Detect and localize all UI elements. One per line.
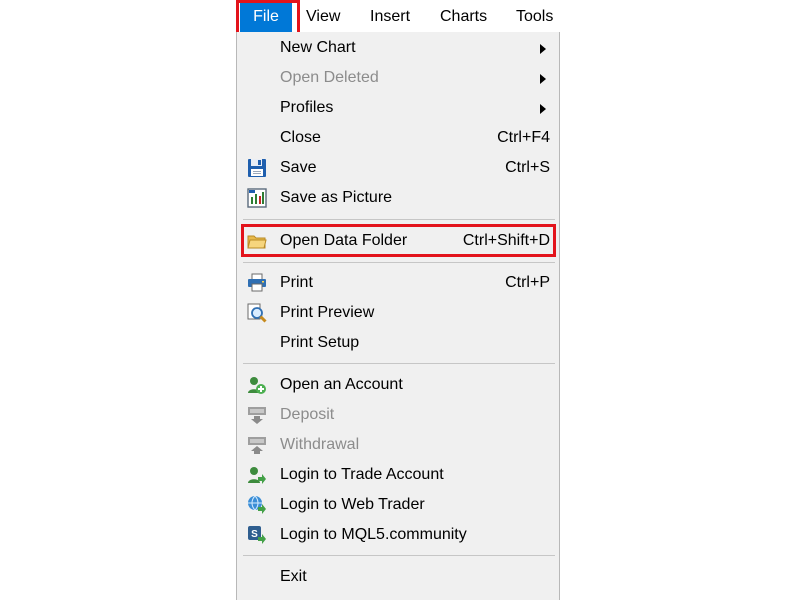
menu-item-shortcut: Ctrl+Shift+D	[462, 232, 550, 249]
menu-item-shortcut: Ctrl+P	[505, 274, 550, 291]
menu-item-new-chart[interactable]: New Chart	[237, 34, 559, 62]
menu-item-label: Print Preview	[280, 304, 375, 321]
menu-item-label: New Chart	[280, 39, 356, 56]
menu-charts[interactable]: Charts	[440, 0, 487, 32]
menu-item-label: Print	[280, 274, 313, 291]
menu-item-label: Withdrawal	[280, 436, 360, 453]
menu-item-save[interactable]: Save Ctrl+S	[237, 154, 559, 182]
file-dropdown-menu: New Chart Open Deleted Profiles Close Ct…	[236, 32, 560, 600]
menu-item-label: Save as Picture	[280, 189, 393, 206]
mql5-icon: S	[247, 525, 267, 545]
menu-item-login-mql5[interactable]: S Login to MQL5.community	[237, 521, 559, 549]
menu-separator	[243, 555, 555, 556]
withdrawal-icon	[247, 435, 267, 455]
menu-item-login-web-trader[interactable]: Login to Web Trader	[237, 491, 559, 519]
menu-item-label: Profiles	[280, 99, 334, 116]
menu-item-shortcut: Ctrl+S	[505, 159, 550, 176]
menu-item-label: Login to Web Trader	[280, 496, 425, 513]
menu-separator	[243, 262, 555, 263]
menu-item-label: Close	[280, 129, 321, 146]
submenu-arrow-icon	[540, 44, 546, 54]
menu-item-label: Open an Account	[280, 376, 403, 393]
menu-item-print[interactable]: Print Ctrl+P	[237, 269, 559, 297]
menu-item-save-as-picture[interactable]: Save as Picture	[237, 184, 559, 212]
submenu-arrow-icon	[540, 104, 546, 114]
menu-item-label: Exit	[280, 568, 307, 585]
menu-item-withdrawal: Withdrawal	[237, 431, 559, 459]
add-account-icon	[247, 375, 267, 395]
menu-item-label: Deposit	[280, 406, 335, 423]
deposit-icon	[247, 405, 267, 425]
menu-item-label: Open Data Folder	[280, 232, 408, 249]
print-preview-icon	[247, 303, 267, 323]
menu-bar: File View Insert Charts Tools	[236, 0, 560, 32]
menu-item-label: Login to Trade Account	[280, 466, 444, 483]
menu-item-label: Print Setup	[280, 334, 360, 351]
menu-tools[interactable]: Tools	[516, 0, 553, 32]
web-trader-icon	[247, 495, 267, 515]
menu-item-label: Login to MQL5.community	[280, 526, 467, 543]
menu-file[interactable]: File	[240, 0, 292, 32]
menu-item-close[interactable]: Close Ctrl+F4	[237, 124, 559, 152]
menu-item-label: Save	[280, 159, 317, 176]
menu-item-shortcut: Ctrl+F4	[497, 129, 550, 146]
menu-item-deposit: Deposit	[237, 401, 559, 429]
save-picture-icon	[247, 188, 267, 208]
folder-icon	[247, 231, 267, 251]
menu-item-profiles[interactable]: Profiles	[237, 94, 559, 122]
printer-icon	[247, 273, 267, 293]
menu-item-login-trade-account[interactable]: Login to Trade Account	[237, 461, 559, 489]
menu-insert[interactable]: Insert	[370, 0, 410, 32]
menu-item-open-data-folder[interactable]: Open Data Folder Ctrl+Shift+D	[237, 227, 559, 255]
menu-item-open-deleted: Open Deleted	[237, 64, 559, 92]
menu-item-open-an-account[interactable]: Open an Account	[237, 371, 559, 399]
menu-item-print-preview[interactable]: Print Preview	[237, 299, 559, 327]
menu-item-label: Open Deleted	[280, 69, 379, 86]
menu-item-print-setup[interactable]: Print Setup	[237, 329, 559, 357]
menu-item-exit[interactable]: Exit	[237, 563, 559, 591]
save-icon	[247, 158, 267, 178]
menu-view[interactable]: View	[306, 0, 340, 32]
login-account-icon	[247, 465, 267, 485]
submenu-arrow-icon	[540, 74, 546, 84]
menu-separator	[243, 363, 555, 364]
menu-separator	[243, 219, 555, 220]
svg-text:S: S	[251, 529, 258, 540]
